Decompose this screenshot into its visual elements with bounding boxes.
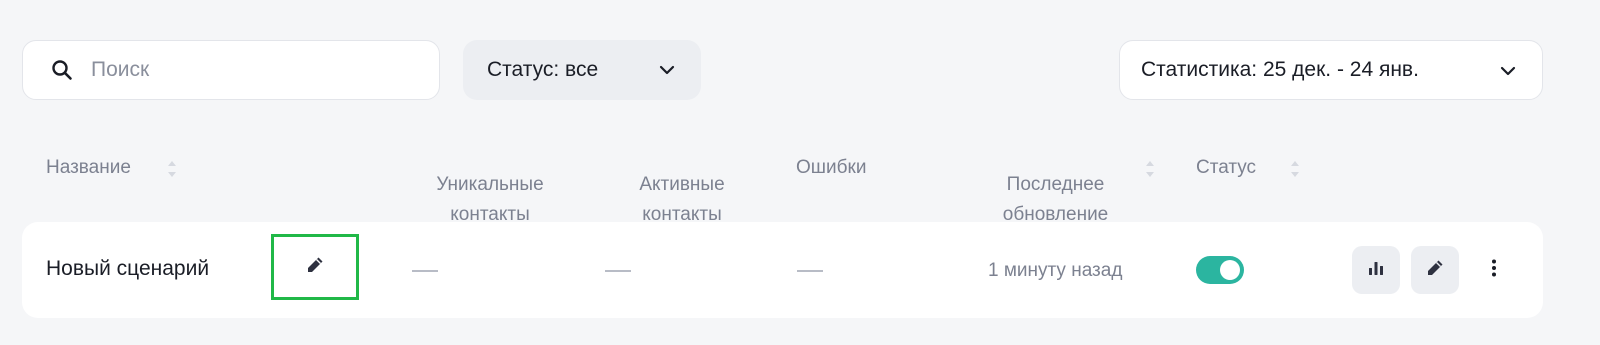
column-header-name[interactable]: Название	[46, 153, 131, 183]
more-actions-button[interactable]	[1482, 252, 1506, 288]
scenarios-page: Статус: все Статистика: 25 дек. - 24 янв…	[0, 0, 1600, 345]
column-header-label: Уникальные контакты	[436, 174, 544, 225]
table-row[interactable]: Новый сценарий 1 минуту назад	[22, 222, 1543, 318]
status-filter-dropdown[interactable]: Статус: все	[463, 40, 701, 100]
scenario-name[interactable]: Новый сценарий	[46, 257, 209, 281]
status-filter-label: Статус: все	[487, 58, 599, 81]
rename-button[interactable]	[271, 234, 359, 300]
column-header-label: Название	[46, 157, 131, 178]
column-header-status[interactable]: Статус	[1196, 153, 1256, 183]
toggle-knob	[1220, 260, 1240, 280]
status-toggle[interactable]	[1196, 256, 1244, 284]
statistics-period-label: Статистика: 25 дек. - 24 янв.	[1141, 58, 1419, 81]
edit-scenario-button[interactable]	[1411, 246, 1459, 294]
column-header-label: Ошибки	[796, 157, 867, 178]
search-input[interactable]	[91, 58, 411, 82]
column-header-active-contacts: Активные контакты	[612, 140, 752, 230]
search-box[interactable]	[22, 40, 440, 100]
statistics-period-dropdown[interactable]: Статистика: 25 дек. - 24 янв.	[1119, 40, 1543, 100]
column-header-label: Последнее обновление	[1002, 174, 1109, 225]
pencil-icon	[1424, 257, 1446, 284]
chevron-down-icon	[1500, 61, 1516, 87]
bar-chart-icon	[1366, 258, 1386, 283]
column-header-last-update[interactable]: Последнее обновление	[983, 140, 1128, 230]
active-contacts-value	[605, 270, 631, 272]
sort-icon[interactable]	[1289, 159, 1301, 184]
search-icon	[49, 57, 75, 83]
unique-contacts-value	[412, 270, 438, 272]
sort-icon[interactable]	[1144, 159, 1156, 184]
errors-value	[797, 270, 823, 272]
more-vertical-icon	[1491, 258, 1497, 283]
sort-icon[interactable]	[166, 159, 178, 184]
column-header-label: Активные контакты	[639, 174, 725, 225]
column-header-label: Статус	[1196, 157, 1257, 178]
last-update-value: 1 минуту назад	[988, 260, 1123, 281]
chevron-down-icon	[659, 60, 675, 86]
column-header-unique-contacts: Уникальные контакты	[420, 140, 560, 230]
column-header-errors: Ошибки	[796, 153, 866, 183]
statistics-button[interactable]	[1352, 246, 1400, 294]
pencil-icon	[304, 254, 326, 281]
